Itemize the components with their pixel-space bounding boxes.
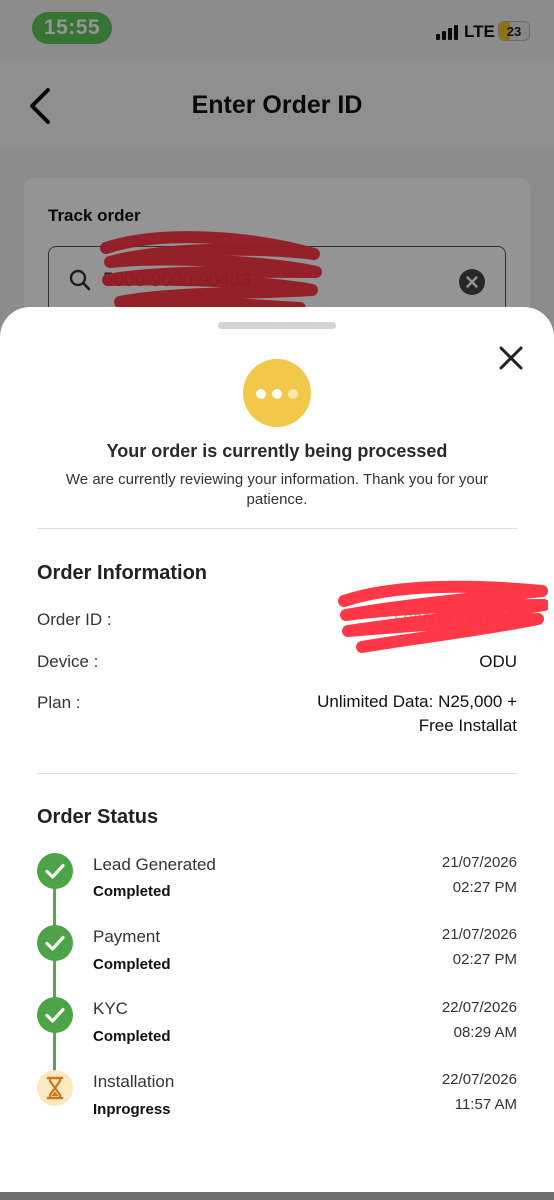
processing-dots-icon <box>243 359 311 427</box>
home-indicator-area <box>0 1192 554 1200</box>
plan-value-line2: Free Installat <box>418 716 517 735</box>
divider <box>37 528 517 529</box>
divider <box>37 773 517 774</box>
step-state: Completed <box>93 956 171 973</box>
step-name: Installation <box>93 1072 175 1091</box>
redaction-scribble <box>338 580 548 653</box>
step-timestamp: 21/07/2026 02:27 PM <box>442 922 517 972</box>
order-id-label: Order ID : <box>37 610 112 629</box>
processing-description: We are currently reviewing your informat… <box>65 471 489 508</box>
step-name: KYC <box>93 999 128 1018</box>
order-status-title: Order Status <box>37 806 159 828</box>
plan-value-line1: Unlimited Data: N25,000 + <box>317 692 517 711</box>
step-state: Inprogress <box>93 1101 171 1118</box>
step-date: 22/07/2026 <box>441 999 517 1016</box>
step-time: 02:27 PM <box>452 951 517 968</box>
step-date: 21/07/2026 <box>441 854 517 871</box>
order-details-sheet: Your order is currently being processed … <box>0 307 554 1192</box>
step-name: Payment <box>93 927 161 946</box>
step-state: Completed <box>93 1028 171 1045</box>
close-icon[interactable] <box>496 343 526 373</box>
step-name: Lead Generated <box>93 855 216 874</box>
device-value: ODU <box>479 652 517 671</box>
step-time: 11:57 AM <box>454 1096 517 1113</box>
step-time: 02:27 PM <box>452 879 517 896</box>
kyc-check-icon <box>37 997 73 1033</box>
step-timestamp: 22/07/2026 11:57 AM <box>442 1067 517 1117</box>
plan-label: Plan : <box>37 693 81 712</box>
installation-hourglass-icon <box>37 1070 73 1106</box>
step-timestamp: 21/07/2026 02:27 PM <box>442 850 517 900</box>
sheet-drag-handle[interactable] <box>218 322 336 329</box>
plan-value: Unlimited Data: N25,000 + Free Installat <box>317 690 517 738</box>
status-timeline-line <box>53 872 56 1090</box>
step-state: Completed <box>93 883 171 900</box>
device-label: Device : <box>37 652 99 671</box>
step-timestamp: 22/07/2026 08:29 AM <box>442 995 517 1045</box>
payment-check-icon <box>37 925 73 961</box>
step-date: 22/07/2026 <box>441 1071 517 1088</box>
order-information-title: Order Information <box>37 562 208 584</box>
step-time: 08:29 AM <box>453 1024 517 1041</box>
processing-title: Your order is currently being processed <box>106 441 448 461</box>
step-date: 21/07/2026 <box>441 926 517 943</box>
lead-generated-check-icon <box>37 853 73 889</box>
